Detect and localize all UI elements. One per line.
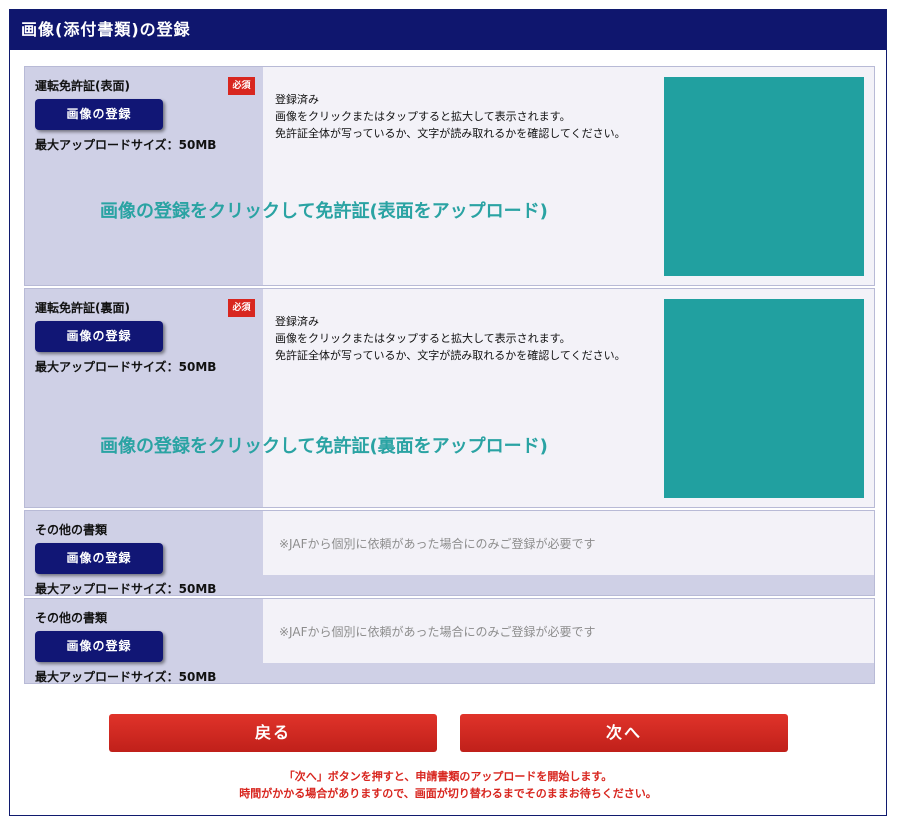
status-check: 免許証全体が写っているか、文字が読み取れるかを確認してください。 [275,127,626,140]
status-hint: 画像をクリックまたはタップすると拡大して表示されます。 [275,110,571,123]
page-title: 画像(添付書類)の登録 [10,10,886,50]
doc-row-right: 登録済み 画像をクリックまたはタップすると拡大して表示されます。 免許証全体が写… [263,67,874,285]
back-button[interactable]: 戻る [109,714,437,752]
upload-image-button[interactable]: 画像の登録 [35,543,163,574]
upload-status: 登録済み 画像をクリックまたはタップすると拡大して表示されます。 免許証全体が写… [275,313,626,364]
upload-image-button[interactable]: 画像の登録 [35,321,163,352]
doc-row-left: 運転免許証(裏面) 必須 画像の登録 最大アップロードサイズ：50MB [25,289,263,507]
doc-row-left: その他の書類 画像の登録 最大アップロードサイズ：50MB [25,511,263,596]
required-badge: 必須 [228,299,255,317]
other-doc-note: ※JAFから個別に依頼があった場合にのみご登録が必要です [279,537,596,551]
doc-row-other-2: その他の書類 画像の登録 最大アップロードサイズ：50MB ※JAFから個別に依… [24,598,875,684]
max-upload-size: 最大アップロードサイズ：50MB [35,670,217,684]
doc-row-other-1: その他の書類 画像の登録 最大アップロードサイズ：50MB ※JAFから個別に依… [24,510,875,596]
uploaded-image-thumbnail[interactable] [664,77,864,276]
doc-row-right: 登録済み 画像をクリックまたはタップすると拡大して表示されます。 免許証全体が写… [263,289,874,507]
doc-label: その他の書類 [35,523,108,537]
doc-row-left: その他の書類 画像の登録 最大アップロードサイズ：50MB [25,599,263,684]
upload-panel: 画像(添付書類)の登録 運転免許証(表面) 必須 画像の登録 最大アップロードサ… [9,9,887,816]
uploaded-image-thumbnail[interactable] [664,299,864,498]
next-button[interactable]: 次へ [460,714,788,752]
max-upload-size: 最大アップロードサイズ：50MB [35,360,217,374]
upload-instruction-overlay: 画像の登録をクリックして免許証(裏面をアップロード) [100,436,548,457]
doc-row-right: ※JAFから個別に依頼があった場合にのみご登録が必要です [263,599,874,663]
doc-label: その他の書類 [35,611,108,625]
status-check: 免許証全体が写っているか、文字が読み取れるかを確認してください。 [275,349,626,362]
doc-row-right: ※JAFから個別に依頼があった場合にのみご登録が必要です [263,511,874,575]
upload-instruction-overlay: 画像の登録をクリックして免許証(表面をアップロード) [100,201,548,222]
doc-row-license-back: 運転免許証(裏面) 必須 画像の登録 最大アップロードサイズ：50MB 登録済み… [24,288,875,508]
upload-notice-line-2: 時間がかかる場合がありますので、画面が切り替わるまでそのままお待ちください。 [239,787,657,800]
max-upload-size: 最大アップロードサイズ：50MB [35,138,217,152]
doc-label: 運転免許証(裏面) [35,301,130,315]
status-hint: 画像をクリックまたはタップすると拡大して表示されます。 [275,332,571,345]
upload-notice-line-1: 「次へ」ボタンを押すと、申請書類のアップロードを開始します。 [283,770,613,783]
required-badge: 必須 [228,77,255,95]
doc-row-license-front: 運転免許証(表面) 必須 画像の登録 最大アップロードサイズ：50MB 登録済み… [24,66,875,286]
other-doc-note: ※JAFから個別に依頼があった場合にのみご登録が必要です [279,625,596,639]
upload-image-button[interactable]: 画像の登録 [35,631,163,662]
status-registered: 登録済み [275,93,319,106]
doc-label: 運転免許証(表面) [35,79,130,93]
status-registered: 登録済み [275,315,319,328]
doc-row-left: 運転免許証(表面) 必須 画像の登録 最大アップロードサイズ：50MB [25,67,263,285]
upload-status: 登録済み 画像をクリックまたはタップすると拡大して表示されます。 免許証全体が写… [275,91,626,142]
upload-image-button[interactable]: 画像の登録 [35,99,163,130]
max-upload-size: 最大アップロードサイズ：50MB [35,582,217,596]
